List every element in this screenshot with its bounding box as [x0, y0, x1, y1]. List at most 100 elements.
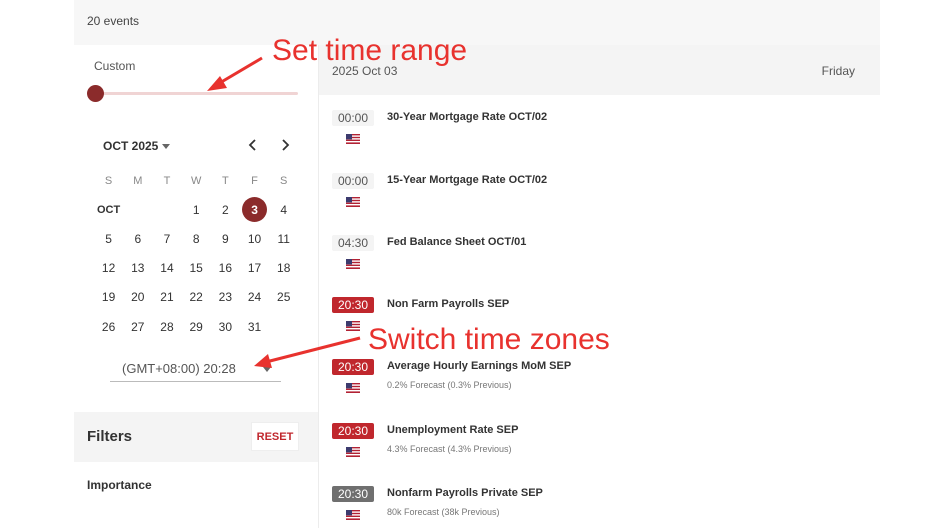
calendar-week-row: 26 27 28 29 30 31 [94, 312, 316, 341]
filters-title: Filters [87, 428, 133, 445]
calendar-day[interactable]: 15 [182, 254, 211, 283]
column-divider [318, 45, 319, 528]
calendar-day-number: 7 [163, 231, 171, 246]
event-forecast: 4.3% Forecast (4.3% Previous) [387, 444, 512, 454]
calendar-day[interactable]: 24 [240, 283, 269, 312]
event-title[interactable]: Unemployment Rate SEP [387, 424, 518, 436]
calendar-day[interactable]: 2 [211, 195, 240, 224]
calendar-day-number: 3 [242, 197, 268, 223]
calendar-day-number: 4 [280, 202, 288, 217]
calendar-day[interactable]: 6 [123, 224, 152, 253]
weekday-header-row: SMTWTFS [94, 166, 316, 195]
weekday-header: W [190, 174, 202, 187]
calendar-day[interactable]: 29 [182, 312, 211, 341]
caret-down-icon [263, 367, 271, 372]
weekday-header: T [221, 174, 229, 187]
calendar-week-row: 12 13 14 15 16 17 18 [94, 254, 316, 283]
calendar-day-number: 21 [160, 290, 174, 305]
chevron-left-icon [248, 139, 256, 151]
calendar-day[interactable]: 8 [182, 224, 211, 253]
time-range-slider-handle[interactable] [87, 85, 104, 102]
calendar-day-number: 27 [131, 319, 145, 334]
month-select[interactable]: OCT 2025 [103, 139, 171, 153]
chevron-right-icon [282, 139, 290, 151]
calendar-day-number: 5 [105, 231, 112, 246]
weekday-header: T [163, 174, 171, 187]
calendar-day-number: 17 [247, 261, 262, 276]
timezone-select[interactable]: (GMT+08:00) 20:28 [110, 361, 281, 382]
calendar-day[interactable]: 23 [211, 283, 240, 312]
weekday-label: Friday [821, 64, 855, 78]
us-flag-icon [346, 318, 360, 331]
calendar-day-number: 25 [277, 290, 291, 305]
calendar-day[interactable]: 9 [211, 224, 240, 253]
filters-header: Filters RESET [74, 412, 318, 462]
calendar-day-number: 20 [131, 290, 145, 305]
calendar-empty-cell [269, 312, 298, 341]
calendar-day[interactable]: 17 [240, 254, 269, 283]
next-month-button[interactable] [277, 137, 293, 153]
calendar-day-number: 8 [192, 231, 200, 246]
calendar-day[interactable]: 21 [152, 283, 181, 312]
event-title[interactable]: 15-Year Mortgage Rate OCT/02 [387, 174, 547, 186]
calendar-day[interactable]: 22 [182, 283, 211, 312]
calendar-day[interactable]: 13 [123, 254, 152, 283]
calendar-day-number: 12 [101, 261, 116, 276]
month-select-label: OCT 2025 [103, 139, 159, 153]
calendar-day-number: 18 [277, 261, 291, 276]
calendar-day[interactable]: 5 [94, 224, 123, 253]
calendar-day-number: 26 [101, 319, 116, 334]
calendar-day-number: 19 [101, 290, 116, 305]
calendar-day[interactable]: 7 [152, 224, 181, 253]
calendar-day-number: 6 [134, 231, 142, 246]
calendar-day[interactable]: 4 [269, 195, 298, 224]
calendar-grid: S M T W T F S OCT 1 2 3 4 5 6 7 8 9 10 11 12 13 14 15 16 17 18 19 2… [94, 166, 316, 341]
calendar-day-number: 29 [189, 319, 203, 334]
calendar-day[interactable]: 16 [211, 254, 240, 283]
reset-button[interactable]: RESET [251, 422, 299, 451]
calendar-day-number: 2 [222, 202, 229, 217]
calendar-day[interactable]: 10 [240, 224, 269, 253]
events-count-bar: 20 events [74, 0, 880, 45]
event-forecast: 80k Forecast (38k Previous) [387, 507, 500, 517]
calendar-week-row: OCT 1 2 3 4 [94, 195, 316, 224]
calendar-day[interactable]: 25 [269, 283, 298, 312]
calendar-day-number: 30 [218, 319, 233, 334]
calendar-empty-cell [152, 195, 181, 224]
calendar-day-number: 22 [189, 290, 203, 305]
calendar-day[interactable]: 18 [269, 254, 298, 283]
us-flag-icon [346, 256, 360, 269]
event-title[interactable]: 30-Year Mortgage Rate OCT/02 [387, 111, 547, 123]
calendar-day[interactable]: 1 [182, 195, 211, 224]
event-title[interactable]: Non Farm Payrolls SEP [387, 298, 509, 310]
calendar-day[interactable]: 12 [94, 254, 123, 283]
month-tag: OCT [96, 203, 121, 216]
event-title[interactable]: Nonfarm Payrolls Private SEP [387, 487, 543, 499]
us-flag-icon [346, 507, 360, 520]
prev-month-button[interactable] [245, 137, 261, 153]
importance-label: Importance [87, 478, 152, 492]
calendar-day[interactable]: 30 [211, 312, 240, 341]
calendar-day[interactable]: 31 [240, 312, 269, 341]
calendar-day[interactable]: 20 [123, 283, 152, 312]
calendar-day-number: 1 [192, 202, 200, 217]
calendar-day-number: 24 [247, 290, 262, 305]
calendar-day[interactable]: 14 [152, 254, 181, 283]
weekday-header: S [104, 174, 113, 187]
weekday-header: F [251, 174, 258, 187]
calendar-day[interactable]: 26 [94, 312, 123, 341]
event-title[interactable]: Average Hourly Earnings MoM SEP [387, 360, 571, 372]
calendar-week-row: 5 6 7 8 9 10 11 [94, 224, 316, 253]
calendar-day[interactable]: 19 [94, 283, 123, 312]
time-range-slider-track[interactable] [96, 92, 298, 95]
calendar-day-number: 13 [131, 261, 145, 276]
calendar-day-selected[interactable]: 3 [240, 195, 269, 224]
event-title[interactable]: Fed Balance Sheet OCT/01 [387, 236, 526, 248]
calendar-day-number: 28 [160, 319, 174, 334]
calendar-day[interactable]: 28 [152, 312, 181, 341]
events-count: 20 events [87, 14, 140, 28]
calendar-day[interactable]: 11 [269, 224, 298, 253]
calendar-day-number: 11 [277, 231, 290, 246]
calendar-day[interactable]: 27 [123, 312, 152, 341]
event-time: 00:00 [332, 110, 374, 126]
